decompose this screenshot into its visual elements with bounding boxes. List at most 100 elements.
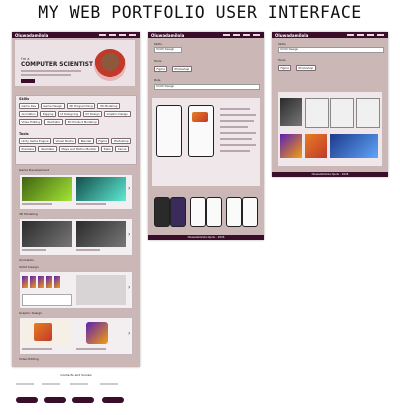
app-screen-thumbnail[interactable] bbox=[54, 276, 60, 288]
tool-chip: Trello bbox=[100, 146, 114, 152]
chevron-right-icon[interactable]: › bbox=[128, 185, 130, 192]
tool-chip: Photoshop bbox=[296, 65, 316, 71]
section-label-animation[interactable]: Animation bbox=[19, 258, 34, 262]
phone-mockup bbox=[206, 197, 222, 227]
navbar: Oluwadamilola bbox=[12, 32, 140, 38]
page-title: MY WEB PORTFOLIO USER INTERFACE bbox=[38, 3, 362, 22]
tool-chip: Visual Studio bbox=[53, 138, 77, 144]
contacts-section: Contacts and Socials bbox=[12, 373, 140, 409]
social-link-button[interactable] bbox=[16, 397, 38, 403]
hero-headline: COMPUTER SCIENTIST bbox=[21, 62, 93, 68]
chevron-right-icon[interactable]: › bbox=[128, 284, 130, 291]
gallery-item[interactable] bbox=[305, 134, 327, 158]
skill-chip: Game Dev bbox=[19, 103, 39, 109]
skills-value: UI/UX Design bbox=[156, 47, 175, 51]
hero-section: I'm a COMPUTER SCIENTIST bbox=[15, 40, 135, 86]
project-thumbnail[interactable] bbox=[76, 275, 126, 305]
phone-mockup bbox=[154, 197, 170, 227]
skill-chip: 3D Modeling bbox=[97, 103, 120, 109]
skill-chip: Graphic Design bbox=[104, 111, 131, 117]
tool-chip: Unity Game Engine bbox=[19, 138, 52, 144]
project-thumbnail[interactable] bbox=[76, 177, 126, 201]
gallery-item[interactable] bbox=[330, 98, 354, 128]
section-label-ui-ux[interactable]: UI/UX Design bbox=[19, 265, 39, 269]
navbar: Oluwadamilola bbox=[272, 32, 388, 38]
game-dev-carousel: › bbox=[19, 174, 133, 210]
tool-chip: Figma bbox=[154, 66, 168, 72]
tool-chip: Illustrator bbox=[38, 146, 58, 152]
tools-heading: Tools bbox=[19, 132, 29, 136]
project-caption-card bbox=[22, 294, 72, 306]
navbar: Oluwadamilola bbox=[148, 32, 264, 38]
skill-chip: Animation bbox=[19, 111, 39, 117]
tools-label: Tools bbox=[154, 59, 162, 63]
project-thumbnail[interactable] bbox=[22, 177, 72, 201]
skill-chip: 3D Product Modeling bbox=[65, 119, 100, 125]
tool-chip: Photoshop bbox=[172, 66, 192, 72]
skills-value: UI/UX Design bbox=[280, 47, 299, 51]
phone-mockup bbox=[190, 197, 206, 227]
chevron-right-icon[interactable]: › bbox=[128, 330, 130, 337]
phone-mockup bbox=[170, 197, 186, 227]
phone-mockup bbox=[156, 105, 182, 157]
contacts-heading: Contacts and Socials bbox=[60, 373, 92, 377]
brand-logo[interactable]: Oluwadamilola bbox=[15, 33, 48, 38]
chevron-right-icon[interactable]: › bbox=[128, 231, 130, 238]
social-link-button[interactable] bbox=[72, 397, 94, 403]
gallery-mockup: Oluwadamilola Skills UI/UX Design Tools … bbox=[272, 32, 388, 177]
skill-chip: Video Editing bbox=[19, 119, 43, 125]
nav-links bbox=[347, 33, 384, 36]
app-screen-thumbnail[interactable] bbox=[46, 276, 52, 288]
ui-ux-carousel: › bbox=[19, 271, 133, 309]
app-screen-thumbnail[interactable] bbox=[30, 276, 36, 288]
gallery-item[interactable] bbox=[356, 98, 380, 128]
gallery-item[interactable] bbox=[330, 134, 378, 158]
tool-chip: Photoshop bbox=[111, 138, 132, 144]
skill-chip: Game Design bbox=[40, 103, 65, 109]
project-thumbnail[interactable] bbox=[76, 221, 126, 247]
tool-chip: Canva bbox=[115, 146, 130, 152]
social-link-button[interactable] bbox=[44, 397, 66, 403]
social-link-button[interactable] bbox=[102, 397, 124, 403]
section-label-graphic-design[interactable]: Graphic Design bbox=[19, 311, 42, 315]
nav-links bbox=[99, 33, 136, 36]
skill-chip: Illustrator bbox=[44, 119, 63, 125]
hero-cta-button[interactable] bbox=[21, 79, 35, 83]
gallery-item[interactable] bbox=[305, 98, 329, 128]
tool-chip: Blender bbox=[78, 138, 95, 144]
brand-logo[interactable]: Oluwadamilola bbox=[275, 33, 308, 38]
skills-heading: Skills bbox=[19, 97, 30, 101]
skills-label: Skills bbox=[278, 42, 286, 46]
skill-chip: UI Designing bbox=[57, 111, 81, 117]
tools-label: Tools bbox=[278, 58, 286, 62]
tool-chip: Premiere bbox=[19, 146, 37, 152]
avatar bbox=[94, 49, 126, 81]
skill-chip: 3D Programming bbox=[66, 103, 96, 109]
section-label-3d-modeling[interactable]: 3D Modeling bbox=[19, 212, 38, 216]
role-label: Role bbox=[154, 78, 161, 82]
gallery-item[interactable] bbox=[280, 98, 302, 126]
phone-mockup bbox=[242, 197, 258, 227]
tool-chip: Maya and Motion Builder bbox=[59, 146, 99, 152]
app-screen-thumbnail[interactable] bbox=[38, 276, 44, 288]
food-image bbox=[192, 112, 208, 122]
brand-logo[interactable]: Oluwadamilola bbox=[151, 33, 184, 38]
app-screen-thumbnail[interactable] bbox=[22, 276, 28, 288]
skill-chip: Rigging bbox=[40, 111, 56, 117]
tool-chip: Figma bbox=[278, 65, 292, 71]
tools-list: Unity Game Engine Visual Studio Blender … bbox=[19, 138, 133, 152]
skills-panel: Skills Game Dev Game Design 3D Programmi… bbox=[15, 95, 137, 165]
poster-artwork[interactable] bbox=[86, 322, 108, 344]
footer-text: Oluwadamilola Ojudu · 2026 bbox=[187, 236, 225, 239]
footer-text: Oluwadamilola Ojudu · 2026 bbox=[311, 173, 349, 176]
skill-chip: UX Design bbox=[82, 111, 103, 117]
section-label-game-dev[interactable]: Game Development bbox=[19, 168, 49, 172]
gallery-item[interactable] bbox=[280, 134, 302, 158]
section-label-video-editing[interactable]: Video Editing bbox=[19, 357, 39, 361]
skills-list: Game Dev Game Design 3D Programming 3D M… bbox=[19, 103, 133, 125]
project-thumbnail[interactable] bbox=[22, 221, 72, 247]
skills-label: Skills bbox=[154, 42, 162, 46]
footer: Oluwadamilola Ojudu · 2026 bbox=[148, 235, 264, 240]
modeling-carousel: › bbox=[19, 218, 133, 256]
nav-links bbox=[223, 33, 260, 36]
